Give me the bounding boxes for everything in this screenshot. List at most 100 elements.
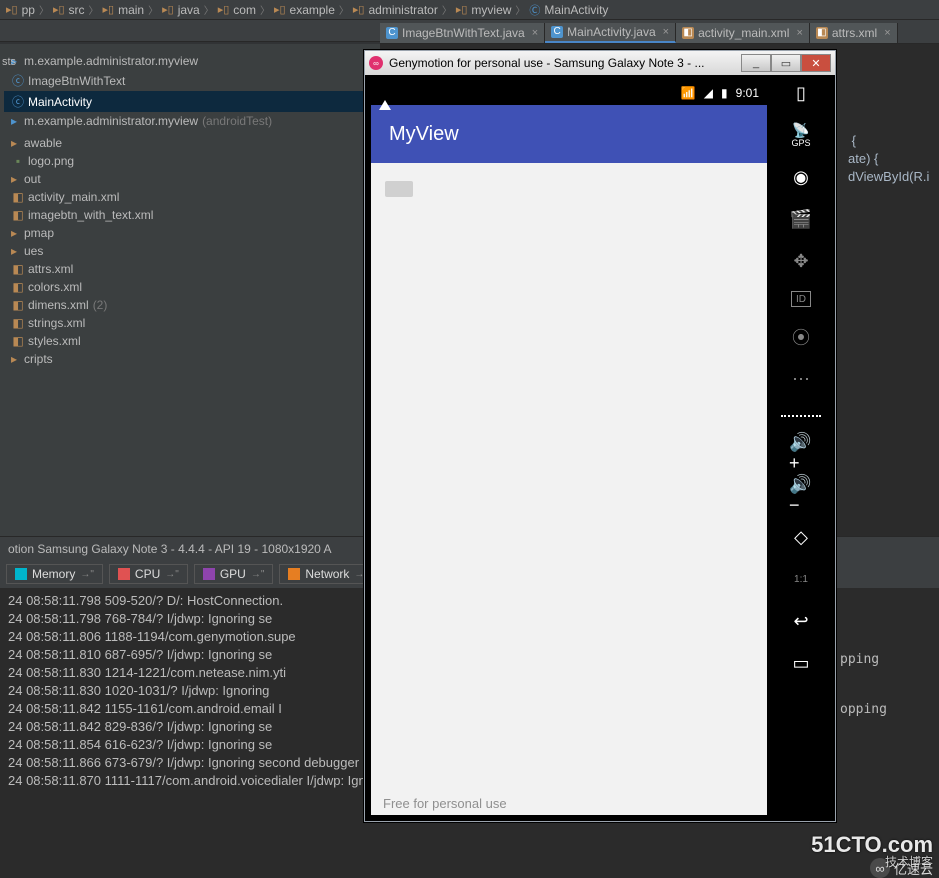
genymotion-emulator-window: ∞ Genymotion for personal use - Samsung …: [364, 50, 836, 822]
log-fragment: opping: [840, 702, 887, 717]
volume-down-icon[interactable]: 🔊−: [789, 483, 813, 507]
tree-row[interactable]: ▪logo.png: [4, 152, 376, 170]
chevron-right-icon: 〉: [89, 2, 99, 17]
android-status-bar: 📶 ◢ ▮ 9:01: [371, 81, 767, 105]
tree-row[interactable]: ▸out: [4, 170, 376, 188]
rotate-icon[interactable]: ◇: [789, 525, 813, 549]
emulator-sidebar: ▯ 📡 GPS ◉ 🎬 ✥ ID ⦿ ⋯ 🔊+ 🔊− ◇ 1:1 ↩ ▭: [773, 75, 829, 821]
tree-row[interactable]: ▸cripts: [4, 350, 376, 368]
battery-icon[interactable]: ▯: [789, 81, 813, 105]
class-icon: Ⓒ: [529, 2, 540, 18]
arrow-icon: →": [165, 569, 179, 580]
wifi-icon: 📶: [681, 86, 696, 100]
warning-icon: [379, 86, 391, 110]
monitor-tab[interactable]: Memory→": [6, 564, 103, 584]
gps-icon[interactable]: 📡 GPS: [789, 123, 813, 147]
file-type-icon: C: [551, 26, 563, 38]
monitor-tab[interactable]: Network→": [279, 564, 377, 584]
monitor-tab[interactable]: GPU→": [194, 564, 274, 584]
tree-row[interactable]: ▸m.example.administrator.myview: [4, 52, 376, 70]
tree-row[interactable]: ⓒMainActivity: [4, 91, 376, 112]
monitor-tab[interactable]: CPU→": [109, 564, 188, 584]
clapper-icon[interactable]: 🎬: [789, 207, 813, 231]
folder-icon: ▸▯: [53, 3, 65, 16]
close-tab-icon[interactable]: ×: [793, 27, 802, 39]
breadcrumb-item[interactable]: ▸▯src: [53, 3, 85, 17]
tree-row[interactable]: ◧attrs.xml: [4, 260, 376, 278]
folder-icon: ▸: [8, 136, 20, 150]
clock: 9:01: [736, 86, 759, 100]
volume-up-icon[interactable]: 🔊+: [789, 441, 813, 465]
folder-icon: ▸: [8, 172, 20, 186]
tree-row[interactable]: ◧imagebtn_with_text.xml: [4, 206, 376, 224]
emulator-titlebar[interactable]: ∞ Genymotion for personal use - Samsung …: [365, 51, 835, 75]
color-swatch-icon: [288, 568, 300, 580]
file-tab[interactable]: CMainActivity.java×: [545, 23, 676, 43]
arrow-icon: →": [251, 569, 265, 580]
xml-file-icon: ◧: [12, 190, 24, 204]
id-icon[interactable]: ID: [791, 291, 811, 307]
xml-file-icon: ◧: [12, 298, 24, 312]
watermark-badge: ∞亿速云: [870, 858, 933, 878]
tree-row[interactable]: ◧dimens.xml (2): [4, 296, 376, 314]
genymotion-icon: ∞: [369, 56, 383, 70]
close-tab-icon[interactable]: ×: [529, 27, 538, 39]
project-tree[interactable]: ▸m.example.administrator.myviewⓒImageBtn…: [0, 44, 380, 376]
breadcrumb-item[interactable]: ▸▯pp: [6, 3, 35, 17]
close-tab-icon[interactable]: ×: [881, 27, 890, 39]
side-label: sts: [0, 54, 18, 70]
tree-row[interactable]: ◧styles.xml: [4, 332, 376, 350]
custom-image-button[interactable]: [385, 181, 413, 197]
tree-row[interactable]: ◧activity_main.xml: [4, 188, 376, 206]
back-icon[interactable]: ↩: [789, 609, 813, 633]
tree-row[interactable]: ◧strings.xml: [4, 314, 376, 332]
folder-icon: ▸▯: [6, 3, 18, 16]
chevron-right-icon: 〉: [260, 2, 270, 17]
fit-icon[interactable]: 1:1: [789, 567, 813, 591]
tree-row[interactable]: ▸pmap: [4, 224, 376, 242]
folder-icon: ▸▯: [353, 3, 365, 16]
arrow-icon: →": [80, 569, 94, 580]
tree-row[interactable]: ▸awable: [4, 134, 376, 152]
file-tabs: CImageBtnWithText.java×CMainActivity.jav…: [380, 22, 939, 44]
sms-icon[interactable]: ⋯: [789, 367, 813, 391]
tree-row[interactable]: ▸m.example.administrator.myview (android…: [4, 112, 376, 130]
recent-icon[interactable]: ▭: [789, 651, 813, 675]
minimize-button[interactable]: _: [741, 54, 771, 72]
phone-screen[interactable]: 📶 ◢ ▮ 9:01 MyView Free for personal use: [371, 81, 767, 815]
package-icon: ▸: [8, 114, 20, 128]
app-content[interactable]: Free for personal use: [371, 163, 767, 815]
breadcrumb-item[interactable]: ▸▯example: [274, 3, 335, 17]
chevron-right-icon: 〉: [515, 2, 525, 17]
color-swatch-icon: [15, 568, 27, 580]
breadcrumb-item[interactable]: ▸▯com: [218, 3, 256, 17]
file-tab[interactable]: ◧attrs.xml×: [810, 23, 898, 43]
breadcrumb-item[interactable]: ▸▯main: [103, 3, 145, 17]
tree-row[interactable]: ⓒImageBtnWithText: [4, 70, 376, 91]
xml-file-icon: ◧: [12, 316, 24, 330]
tree-row[interactable]: ◧colors.xml: [4, 278, 376, 296]
chevron-right-icon: 〉: [39, 2, 49, 17]
maximize-button[interactable]: ▭: [771, 54, 801, 72]
move-icon[interactable]: ✥: [789, 249, 813, 273]
file-tab[interactable]: ◧activity_main.xml×: [676, 23, 810, 43]
close-button[interactable]: ✕: [801, 54, 831, 72]
folder-icon: ▸▯: [103, 3, 115, 16]
rss-icon[interactable]: ⦿: [789, 325, 813, 349]
camera-icon[interactable]: ◉: [789, 165, 813, 189]
breadcrumb-item[interactable]: ▸▯administrator: [353, 3, 438, 17]
breadcrumb-item[interactable]: ⒸMainActivity: [529, 2, 608, 18]
folder-icon: ▸: [8, 352, 20, 366]
folder-icon: ▸▯: [456, 3, 468, 16]
tree-row[interactable]: ▸ues: [4, 242, 376, 260]
folder-icon: ▸: [8, 244, 20, 258]
free-banner: Free for personal use: [383, 796, 507, 811]
file-tab[interactable]: CImageBtnWithText.java×: [380, 23, 545, 43]
app-title: MyView: [389, 123, 459, 146]
close-tab-icon[interactable]: ×: [660, 26, 669, 38]
xml-file-icon: ◧: [12, 208, 24, 222]
breadcrumb-item[interactable]: ▸▯myview: [456, 3, 512, 17]
class-icon: ⓒ: [12, 72, 24, 89]
folder-icon: ▸▯: [274, 3, 286, 16]
breadcrumb-item[interactable]: ▸▯java: [162, 3, 200, 17]
